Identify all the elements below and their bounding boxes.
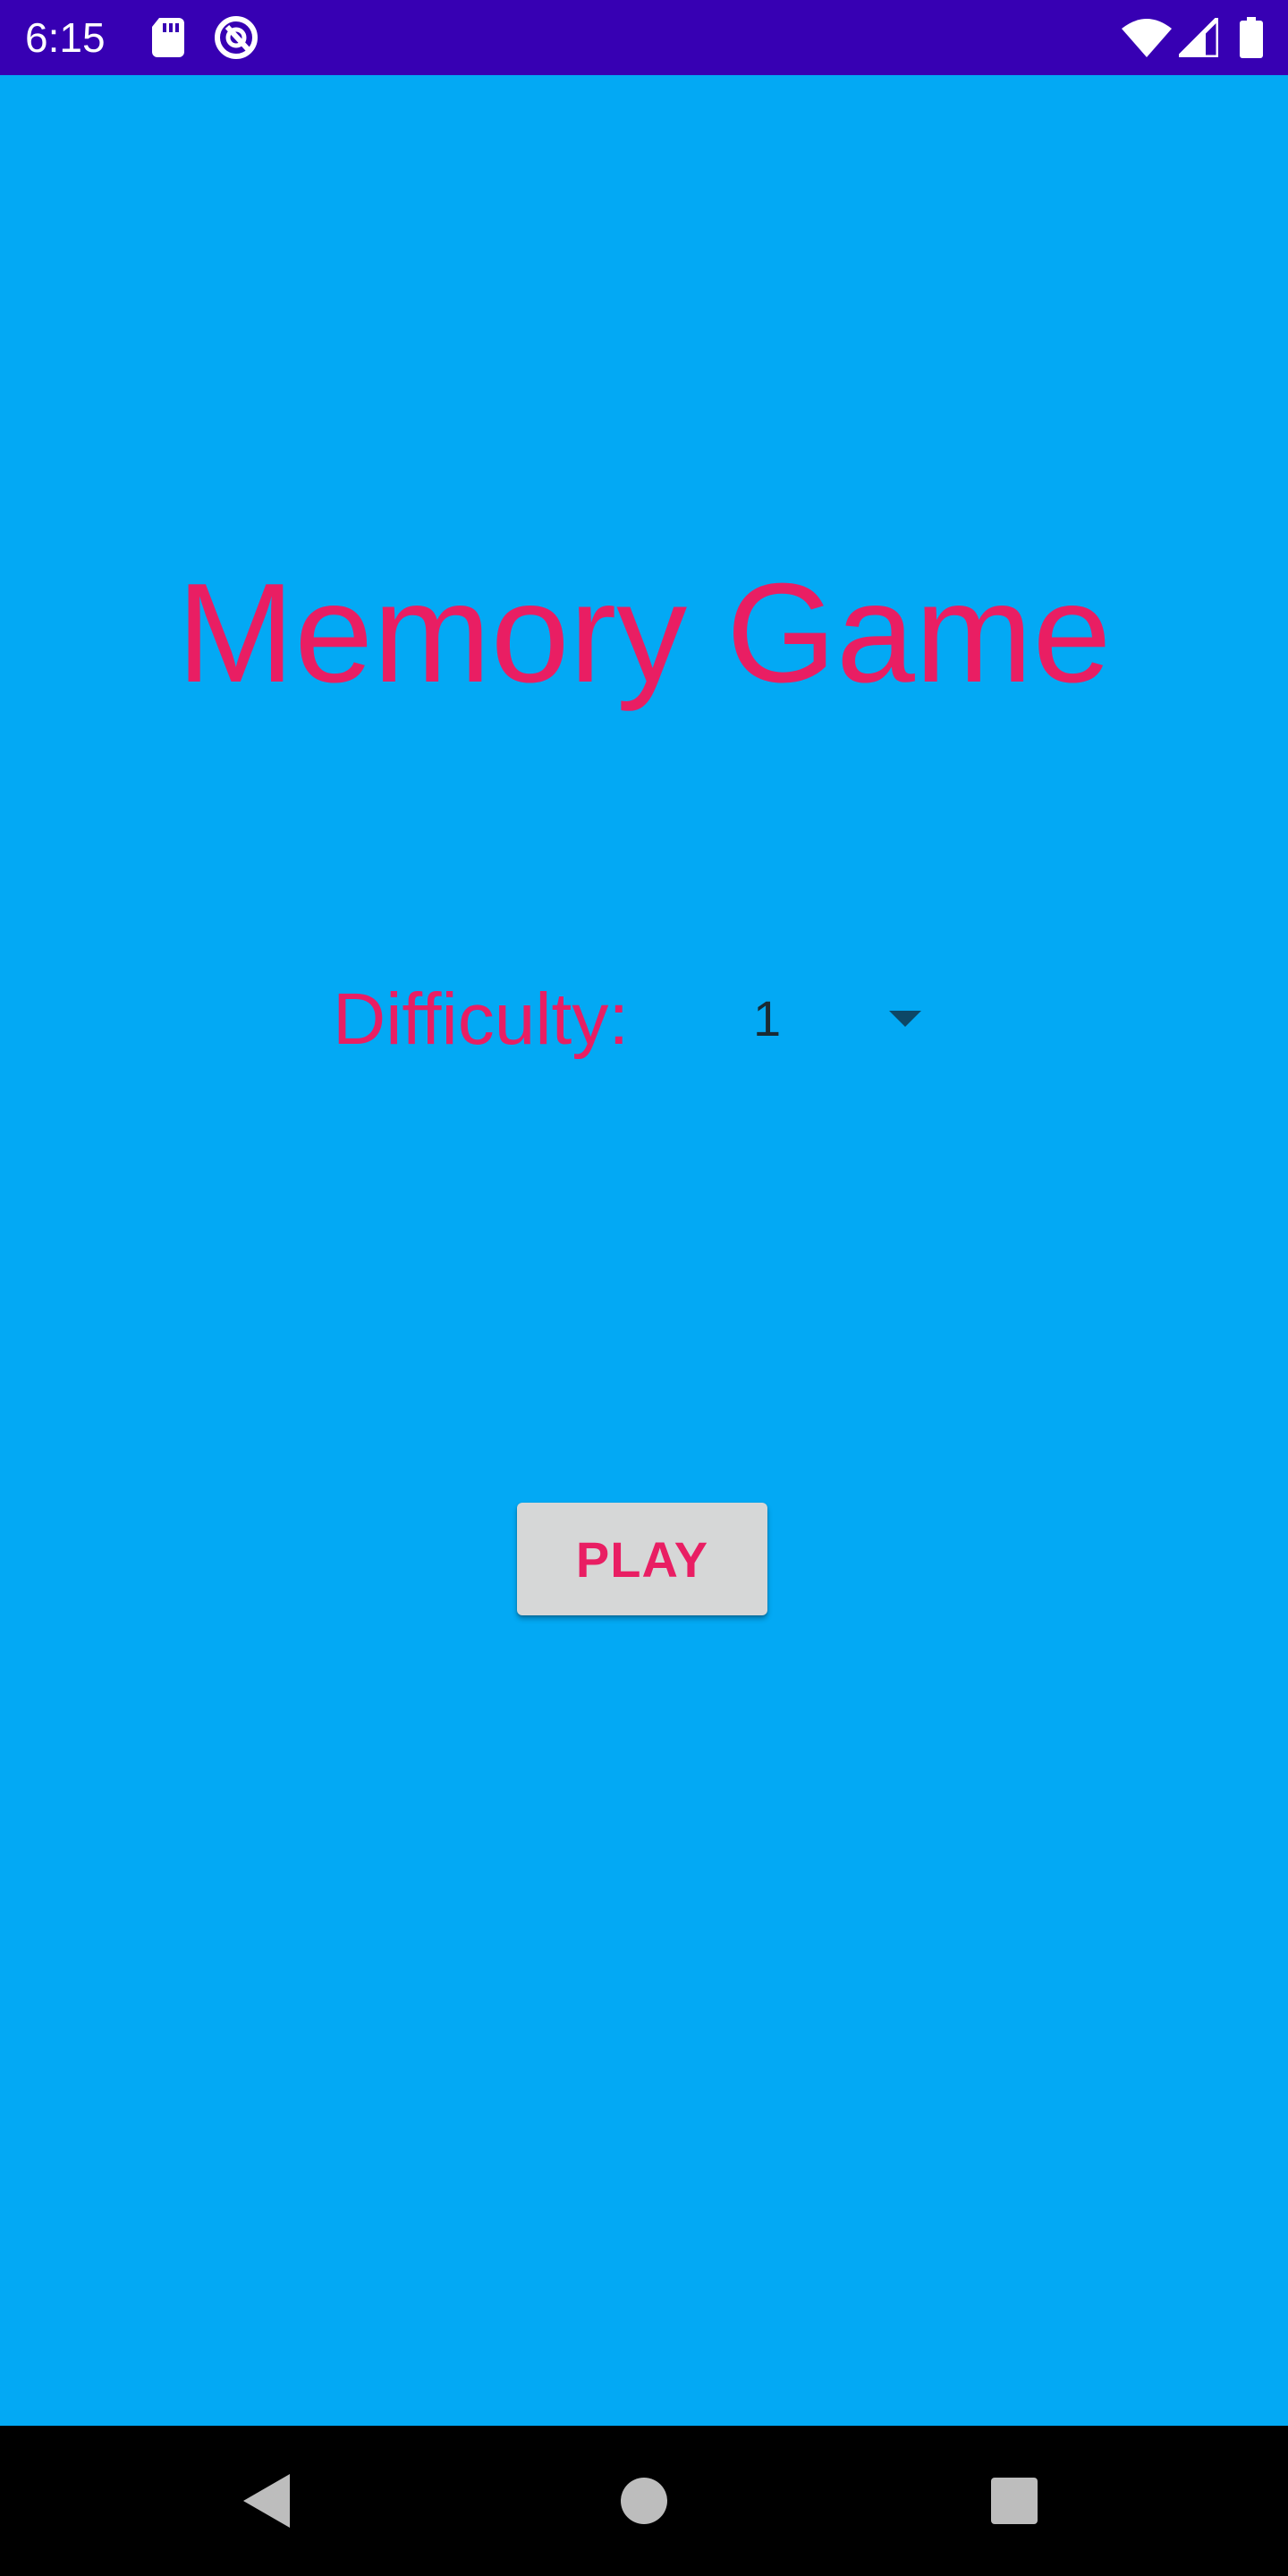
status-time: 6:15 bbox=[25, 14, 106, 61]
navigation-bar bbox=[0, 2426, 1288, 2576]
dropdown-arrow-icon bbox=[889, 1011, 921, 1027]
play-button[interactable]: PLAY bbox=[517, 1503, 767, 1615]
difficulty-label: Difficulty: bbox=[333, 979, 630, 1060]
app-title: Memory Game bbox=[176, 555, 1112, 712]
sync-icon bbox=[211, 0, 261, 75]
back-icon[interactable] bbox=[243, 2474, 290, 2528]
wifi-icon bbox=[1120, 0, 1174, 75]
home-icon[interactable] bbox=[621, 2478, 667, 2524]
recents-icon[interactable] bbox=[991, 2478, 1038, 2524]
battery-icon bbox=[1238, 0, 1265, 75]
difficulty-spinner[interactable]: 1 bbox=[716, 966, 948, 1073]
status-bar: 6:15 bbox=[0, 0, 1288, 75]
memory-game-screen: 6:15 Memory Game Difficulty: 1 PLAY bbox=[0, 0, 1288, 2576]
difficulty-selected-value: 1 bbox=[753, 990, 782, 1046]
sd-card-icon bbox=[150, 0, 186, 75]
signal-icon bbox=[1177, 0, 1220, 75]
